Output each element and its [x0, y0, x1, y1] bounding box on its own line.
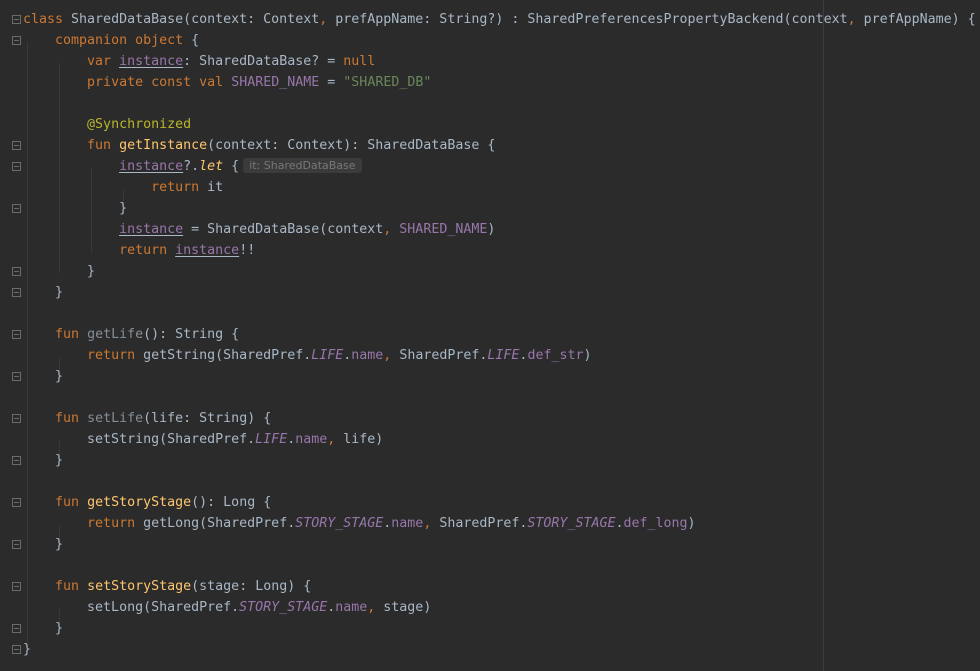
code-line[interactable]: fun setStoryStage(stage: Long) { — [23, 576, 311, 597]
code-line[interactable]: return getString(SharedPref.LIFE.name, S… — [23, 345, 591, 366]
code-line[interactable]: } — [23, 261, 95, 282]
code-line[interactable]: fun setLife(life: String) { — [23, 408, 271, 429]
code-line[interactable]: } — [23, 282, 63, 303]
code-editor[interactable]: class SharedDataBase(context: Context, p… — [0, 0, 980, 671]
fold-close-icon[interactable] — [12, 267, 21, 276]
fold-open-icon[interactable] — [12, 36, 21, 45]
fold-close-icon[interactable] — [12, 624, 21, 633]
fold-open-icon[interactable] — [12, 141, 21, 150]
code-line[interactable]: instance = SharedDataBase(context, SHARE… — [23, 219, 495, 240]
code-line[interactable]: } — [23, 618, 63, 639]
fold-close-icon[interactable] — [12, 288, 21, 297]
fold-open-icon[interactable] — [12, 15, 21, 24]
code-line[interactable]: class SharedDataBase(context: Context, p… — [23, 9, 976, 30]
code-line[interactable]: private const val SHARED_NAME = "SHARED_… — [23, 72, 431, 93]
code-line[interactable]: companion object { — [23, 30, 199, 51]
code-line[interactable]: } — [23, 639, 31, 660]
fold-open-icon[interactable] — [12, 330, 21, 339]
fold-open-icon[interactable] — [12, 498, 21, 507]
code-line[interactable]: } — [23, 534, 63, 555]
code-line[interactable]: @Synchronized — [23, 114, 191, 135]
code-line[interactable]: fun getInstance(context: Context): Share… — [23, 135, 495, 156]
code-line[interactable]: var instance: SharedDataBase? = null — [23, 51, 375, 72]
fold-open-icon[interactable] — [12, 414, 21, 423]
code-line[interactable]: setString(SharedPref.LIFE.name, life) — [23, 429, 383, 450]
code-line[interactable]: fun getStoryStage(): Long { — [23, 492, 271, 513]
fold-close-icon[interactable] — [12, 204, 21, 213]
right-margin-guide — [823, 0, 824, 671]
fold-open-icon[interactable] — [12, 162, 21, 171]
code-line[interactable]: return instance!! — [23, 240, 255, 261]
code-line[interactable]: setLong(SharedPref.STORY_STAGE.name, sta… — [23, 597, 431, 618]
fold-open-icon[interactable] — [12, 582, 21, 591]
code-line[interactable]: return getLong(SharedPref.STORY_STAGE.na… — [23, 513, 696, 534]
fold-close-icon[interactable] — [12, 372, 21, 381]
code-line[interactable]: } — [23, 198, 127, 219]
fold-close-icon[interactable] — [12, 645, 21, 654]
fold-close-icon[interactable] — [12, 540, 21, 549]
fold-close-icon[interactable] — [12, 456, 21, 465]
code-line[interactable]: fun getLife(): String { — [23, 324, 239, 345]
code-line[interactable]: return it — [23, 177, 223, 198]
code-line[interactable]: } — [23, 450, 63, 471]
code-line[interactable]: instance?.let {it: SharedDataBase — [23, 156, 362, 177]
code-line[interactable]: } — [23, 366, 63, 387]
inlay-hint: it: SharedDataBase — [243, 158, 362, 173]
